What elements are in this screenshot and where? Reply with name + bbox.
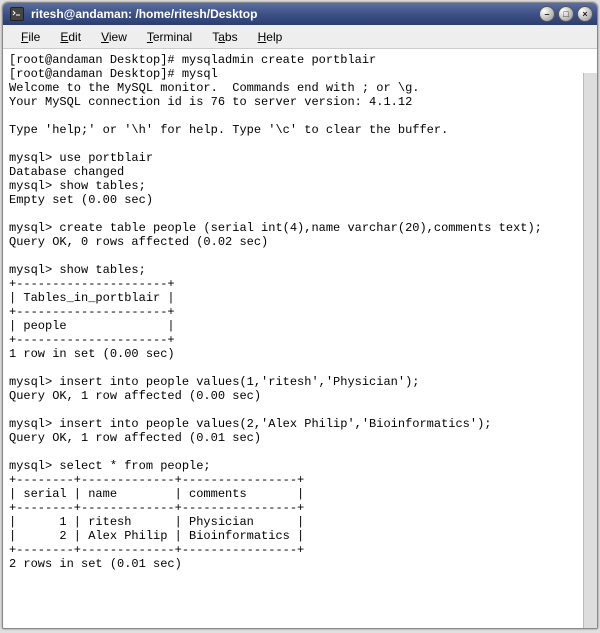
menu-bar: File Edit View Terminal Tabs Help (3, 25, 597, 49)
menu-file[interactable]: File (11, 28, 50, 46)
menu-help[interactable]: Help (248, 28, 293, 46)
terminal-icon (9, 6, 25, 22)
minimize-button[interactable]: – (539, 6, 555, 22)
menu-terminal[interactable]: Terminal (137, 28, 202, 46)
terminal-output: [root@andaman Desktop]# mysqladmin creat… (3, 49, 597, 575)
menu-label: Help (258, 30, 283, 44)
menu-edit[interactable]: Edit (50, 28, 91, 46)
content-area: [root@andaman Desktop]# mysqladmin creat… (3, 49, 597, 628)
menu-label: View (101, 30, 127, 44)
menu-view[interactable]: View (91, 28, 137, 46)
terminal-viewport[interactable]: [root@andaman Desktop]# mysqladmin creat… (3, 49, 597, 628)
menu-label: Terminal (147, 30, 192, 44)
title-bar[interactable]: ritesh@andaman: /home/ritesh/Desktop – □… (3, 3, 597, 25)
menu-label: File (21, 30, 40, 44)
menu-tabs[interactable]: Tabs (202, 28, 247, 46)
vertical-scrollbar[interactable] (583, 73, 597, 628)
window-title: ritesh@andaman: /home/ritesh/Desktop (31, 7, 536, 21)
menu-label: Tabs (212, 30, 237, 44)
menu-label: Edit (60, 30, 81, 44)
close-button[interactable]: × (577, 6, 593, 22)
maximize-button[interactable]: □ (558, 6, 574, 22)
terminal-window: ritesh@andaman: /home/ritesh/Desktop – □… (2, 2, 598, 629)
